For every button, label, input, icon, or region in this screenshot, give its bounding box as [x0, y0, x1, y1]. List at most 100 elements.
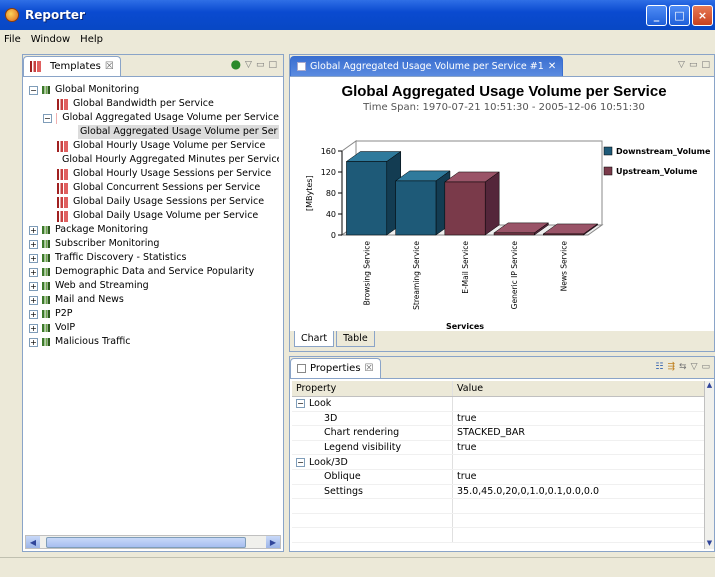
- tree-item[interactable]: Global Hourly Aggregated Minutes per Ser…: [29, 153, 279, 167]
- properties-icon: [297, 364, 306, 373]
- menu-help[interactable]: Help: [80, 34, 103, 45]
- chart-editor-panel: Global Aggregated Usage Volume per Servi…: [289, 54, 715, 352]
- tree-item[interactable]: + VoIP: [29, 321, 279, 335]
- tree-item[interactable]: Global Hourly Usage Sessions per Service: [29, 167, 279, 181]
- expand-icon[interactable]: +: [29, 225, 38, 235]
- properties-vertical-scrollbar[interactable]: ▲ ▼: [704, 381, 714, 549]
- title-bar[interactable]: Reporter _ □ ×: [0, 0, 715, 30]
- property-value[interactable]: 35.0,45.0,20,0,1.0,0.1,0.0,0.0: [452, 484, 704, 499]
- expand-icon[interactable]: +: [29, 337, 38, 347]
- property-row[interactable]: Oblique true: [292, 469, 704, 485]
- categories-icon[interactable]: ☷: [655, 362, 663, 372]
- property-label: Oblique: [324, 471, 361, 483]
- menu-file[interactable]: File: [4, 34, 21, 45]
- tree-item[interactable]: + Traffic Discovery - Statistics: [29, 251, 279, 265]
- tree-item[interactable]: + P2P: [29, 307, 279, 321]
- property-row[interactable]: 3D true: [292, 411, 704, 427]
- run-icon[interactable]: ●: [231, 57, 241, 71]
- tab-chart[interactable]: Chart: [294, 331, 335, 347]
- property-row[interactable]: − Look/3D: [292, 455, 704, 470]
- tree-item[interactable]: Global Daily Usage Volume per Service: [29, 209, 279, 223]
- tree-item[interactable]: + Subscriber Monitoring: [29, 237, 279, 251]
- tree-item[interactable]: Global Aggregated Usage Volume per Ser: [29, 125, 279, 139]
- view-menu-icon[interactable]: ▽: [245, 60, 252, 71]
- tree-item-label: VoIP: [55, 322, 76, 333]
- window-title: Reporter: [25, 8, 85, 22]
- minimize-button[interactable]: _: [646, 5, 667, 26]
- tree-item[interactable]: − Global Monitoring: [29, 83, 279, 97]
- property-row[interactable]: Settings 35.0,45.0,20,0,1.0,0.1,0.0,0.0: [292, 484, 704, 500]
- property-value[interactable]: true: [452, 469, 704, 484]
- editor-minimize-icon[interactable]: ▭: [689, 60, 698, 70]
- scroll-left-icon[interactable]: ◀: [26, 536, 40, 548]
- property-value[interactable]: [452, 397, 704, 411]
- tree-item[interactable]: + Malicious Traffic: [29, 335, 279, 349]
- property-label: Chart rendering: [324, 427, 400, 439]
- menu-window[interactable]: Window: [31, 34, 70, 45]
- editor-view-menu-icon[interactable]: ▽: [678, 60, 685, 70]
- value-column-header[interactable]: Value: [452, 381, 704, 396]
- property-value[interactable]: [452, 455, 704, 469]
- tab-templates[interactable]: Templates ☒: [23, 56, 121, 76]
- y-tick-label: 40: [326, 210, 336, 219]
- x-tick-label: Browsing Service: [363, 241, 372, 306]
- props-view-menu-icon[interactable]: ▽: [691, 362, 698, 372]
- expand-icon[interactable]: +: [29, 295, 38, 305]
- collapse-icon[interactable]: −: [43, 113, 52, 123]
- expand-icon[interactable]: +: [29, 239, 38, 249]
- tab-chart-editor-label: Global Aggregated Usage Volume per Servi…: [310, 61, 544, 72]
- bar-side: [484, 171, 500, 236]
- close-editor-icon[interactable]: ✕: [548, 61, 556, 72]
- collapse-icon[interactable]: −: [296, 457, 305, 467]
- scroll-up-icon[interactable]: ▲: [705, 381, 714, 391]
- tree-item[interactable]: Global Bandwidth per Service: [29, 97, 279, 111]
- property-row[interactable]: Legend visibility true: [292, 440, 704, 456]
- tree-item[interactable]: Global Daily Usage Sessions per Service: [29, 195, 279, 209]
- expand-icon[interactable]: +: [29, 309, 38, 319]
- collapse-icon[interactable]: −: [29, 85, 38, 95]
- scroll-right-icon[interactable]: ▶: [266, 536, 280, 548]
- tree-item[interactable]: + Package Monitoring: [29, 223, 279, 237]
- maximize-view-icon[interactable]: □: [268, 60, 277, 71]
- property-name: Chart rendering: [292, 427, 452, 438]
- minimize-view-icon[interactable]: ▭: [256, 60, 265, 71]
- scroll-down-icon[interactable]: ▼: [705, 539, 714, 549]
- legend-label: Upstream_Volume: [616, 167, 698, 176]
- tab-chart-editor[interactable]: Global Aggregated Usage Volume per Servi…: [290, 56, 564, 76]
- tree-item[interactable]: − Global Aggregated Usage Volume per Serv…: [29, 111, 279, 125]
- tree-item-label: Mail and News: [55, 294, 124, 305]
- property-value[interactable]: true: [452, 411, 704, 426]
- close-properties-icon[interactable]: ☒: [365, 363, 374, 374]
- close-tab-icon[interactable]: ☒: [105, 61, 114, 72]
- horizontal-scrollbar[interactable]: ◀ ▶: [25, 535, 281, 549]
- property-column-header[interactable]: Property: [292, 383, 452, 394]
- property-row[interactable]: − Look: [292, 397, 704, 412]
- expand-icon[interactable]: +: [29, 267, 38, 277]
- property-value[interactable]: true: [452, 440, 704, 455]
- property-value[interactable]: STACKED_BAR: [452, 426, 704, 440]
- tree-item[interactable]: Global Concurrent Sessions per Service: [29, 181, 279, 195]
- tab-properties[interactable]: Properties ☒: [290, 358, 381, 378]
- props-minimize-icon[interactable]: ▭: [701, 362, 710, 372]
- tree-item-label: Global Hourly Aggregated Minutes per Ser…: [62, 154, 279, 165]
- expand-icon[interactable]: +: [29, 323, 38, 333]
- close-button[interactable]: ×: [692, 5, 713, 26]
- tree-item[interactable]: + Mail and News: [29, 293, 279, 307]
- expand-icon[interactable]: +: [29, 253, 38, 263]
- templates-tree: − Global Monitoring Global Bandwidth per S…: [29, 83, 279, 539]
- bar-chart-icon: [57, 98, 68, 110]
- editor-maximize-icon[interactable]: □: [701, 60, 710, 70]
- scroll-thumb[interactable]: [46, 537, 246, 548]
- restore-default-icon[interactable]: ⇆: [679, 362, 687, 372]
- tree-item[interactable]: Global Hourly Usage Volume per Service: [29, 139, 279, 153]
- x-tick-label: News Service: [559, 241, 568, 292]
- tree-item[interactable]: + Demographic Data and Service Popularity: [29, 265, 279, 279]
- maximize-button[interactable]: □: [669, 5, 690, 26]
- property-row[interactable]: Chart rendering STACKED_BAR: [292, 426, 704, 441]
- advanced-icon[interactable]: ⇶: [667, 362, 675, 372]
- legend-swatch: [603, 146, 613, 156]
- expand-icon[interactable]: +: [29, 281, 38, 291]
- collapse-icon[interactable]: −: [296, 399, 305, 409]
- tab-table[interactable]: Table: [336, 331, 375, 347]
- tree-item[interactable]: + Web and Streaming: [29, 279, 279, 293]
